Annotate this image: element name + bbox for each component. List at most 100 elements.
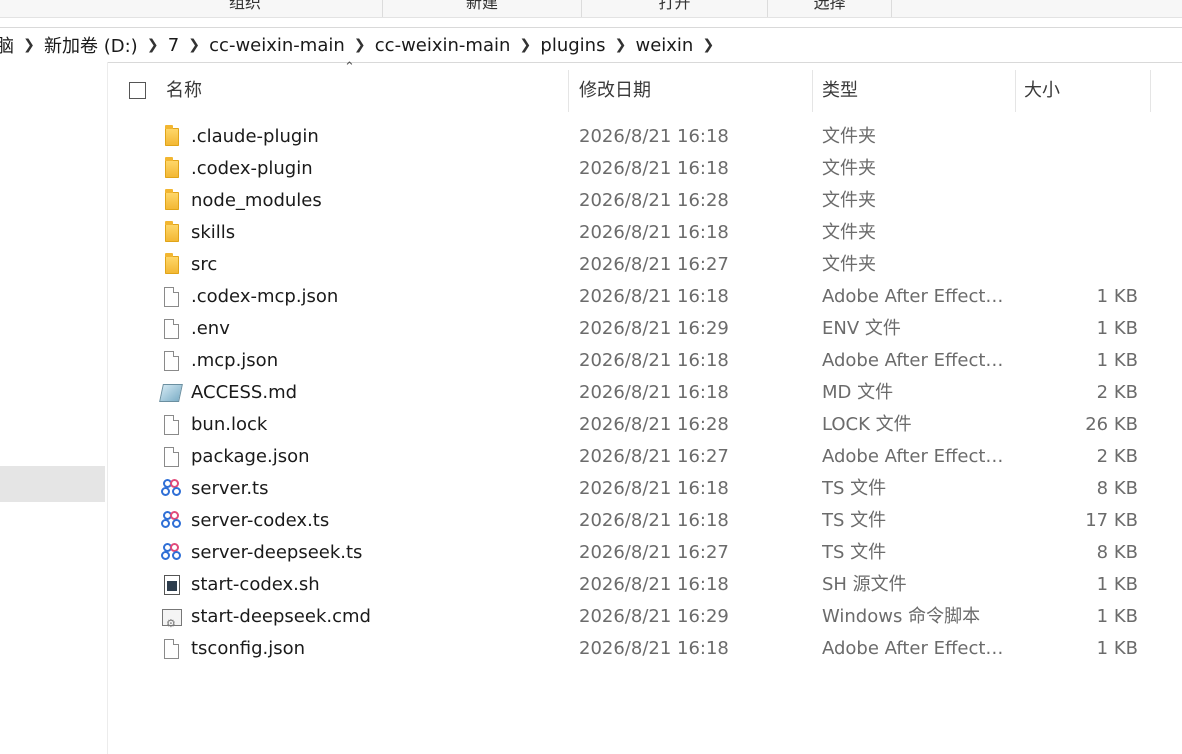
breadcrumb-folder-7[interactable]: 7 <box>168 35 179 56</box>
file-icon-cell <box>161 601 183 640</box>
ribbon-group-labels: 组织 新建 打开 选择 <box>0 0 1182 18</box>
file-row[interactable]: .env 2026/8/21 16:29 ENV 文件 1 KB <box>108 313 1182 345</box>
breadcrumb-cc-weixin-main[interactable]: cc-weixin-main <box>209 35 345 56</box>
column-header-date[interactable]: 修改日期 <box>579 70 651 112</box>
breadcrumb-chevron-icon[interactable]: ❯ <box>693 37 723 53</box>
file-row[interactable]: tsconfig.json 2026/8/21 16:18 Adobe After … <box>108 633 1182 665</box>
file-modified-date: 2026/8/21 16:28 <box>579 190 729 211</box>
navigation-pane[interactable] <box>0 62 108 754</box>
ribbon-group-organize: 组织 <box>108 0 383 17</box>
breadcrumb-chevron-icon[interactable]: ❯ <box>510 37 540 53</box>
shell-script-icon <box>164 575 180 595</box>
address-bar[interactable]: 脑 ❯ 新加卷 (D:) ❯ 7 ❯ cc-weixin-main ❯ cc-w… <box>0 27 1182 63</box>
file-name: package.json <box>191 446 310 467</box>
file-row[interactable]: .claude-plugin 2026/8/21 16:18 文件夹 <box>108 121 1182 153</box>
file-row[interactable]: node_modules 2026/8/21 16:28 文件夹 <box>108 185 1182 217</box>
file-icon-cell <box>161 313 183 345</box>
file-type: TS 文件 <box>822 510 887 531</box>
file-type: 文件夹 <box>822 126 876 147</box>
file-name: start-deepseek.cmd <box>191 606 371 627</box>
file-row[interactable]: bun.lock 2026/8/21 16:28 LOCK 文件 26 KB <box>108 409 1182 441</box>
file-name: node_modules <box>191 190 322 211</box>
file-row[interactable]: start-codex.sh 2026/8/21 16:18 SH 源文件 1 KB <box>108 569 1182 601</box>
file-modified-date: 2026/8/21 16:18 <box>579 382 729 403</box>
file-icon-cell <box>161 281 183 313</box>
sort-ascending-icon: ⌃ <box>344 60 355 75</box>
folder-icon <box>165 253 179 274</box>
file-modified-date: 2026/8/21 16:18 <box>579 574 729 595</box>
file-name: .claude-plugin <box>191 126 319 147</box>
file-name: .codex-plugin <box>191 158 313 179</box>
folder-icon <box>165 221 179 242</box>
breadcrumb-chevron-icon[interactable]: ❯ <box>179 37 209 53</box>
file-type: LOCK 文件 <box>822 414 912 435</box>
breadcrumb-plugins[interactable]: plugins <box>540 35 605 56</box>
nav-selected-item[interactable] <box>0 466 105 502</box>
file-name: .codex-mcp.json <box>191 286 339 307</box>
file-row[interactable]: .mcp.json 2026/8/21 16:18 Adobe After Effe… <box>108 345 1182 377</box>
file-row[interactable]: server-codex.ts 2026/8/21 16:18 TS 文件 17 KB <box>108 505 1182 537</box>
file-row[interactable]: skills 2026/8/21 16:18 文件夹 <box>108 217 1182 249</box>
file-icon <box>164 319 179 339</box>
file-icon-cell <box>161 633 183 665</box>
markdown-file-icon <box>159 384 183 402</box>
file-type: MD 文件 <box>822 382 894 403</box>
file-type: 文件夹 <box>822 190 876 211</box>
file-row[interactable]: start-deepseek.cmd 2026/8/21 16:29 Windows… <box>108 601 1182 640</box>
file-icon-cell <box>161 121 183 153</box>
file-modified-date: 2026/8/21 16:28 <box>579 414 729 435</box>
file-icon-cell <box>161 505 183 537</box>
breadcrumb-drive-d[interactable]: 新加卷 (D:) <box>44 32 138 58</box>
file-row[interactable]: server.ts 2026/8/21 16:18 TS 文件 8 KB <box>108 473 1182 505</box>
file-size: 1 KB <box>1096 574 1138 595</box>
file-row[interactable]: ACCESS.md 2026/8/21 16:18 MD 文件 2 KB <box>108 377 1182 409</box>
file-row[interactable]: .codex-mcp.json 2026/8/21 16:18 Adobe Afte… <box>108 281 1182 313</box>
column-divider[interactable] <box>812 70 813 112</box>
column-header-name[interactable]: 名称 <box>166 70 202 112</box>
breadcrumb-chevron-icon[interactable]: ❯ <box>14 37 44 53</box>
file-modified-date: 2026/8/21 16:18 <box>579 510 729 531</box>
folder-icon <box>165 157 179 178</box>
file-name: bun.lock <box>191 414 268 435</box>
file-modified-date: 2026/8/21 16:27 <box>579 254 729 275</box>
file-row[interactable]: server-deepseek.ts 2026/8/21 16:27 TS 文件 8 … <box>108 537 1182 569</box>
file-row[interactable]: src 2026/8/21 16:27 文件夹 <box>108 249 1182 281</box>
column-divider[interactable] <box>1150 70 1151 112</box>
breadcrumb-chevron-icon[interactable]: ❯ <box>138 37 168 53</box>
ribbon-group-open: 打开 <box>582 0 768 17</box>
breadcrumb-weixin[interactable]: weixin <box>635 35 693 56</box>
file-icon <box>164 351 179 371</box>
file-modified-date: 2026/8/21 16:18 <box>579 222 729 243</box>
file-name: server-codex.ts <box>191 510 330 531</box>
file-icon <box>164 447 179 467</box>
file-icon-cell <box>161 185 183 217</box>
file-size: 26 KB <box>1085 414 1138 435</box>
column-header-size[interactable]: 大小 <box>1024 70 1060 112</box>
file-row[interactable]: .codex-plugin 2026/8/21 16:18 文件夹 <box>108 153 1182 185</box>
file-size: 17 KB <box>1085 510 1138 531</box>
select-all-checkbox[interactable] <box>129 82 146 99</box>
file-name: .env <box>191 318 230 339</box>
breadcrumb-chevron-icon[interactable]: ❯ <box>345 37 375 53</box>
file-modified-date: 2026/8/21 16:29 <box>579 606 729 627</box>
file-type: TS 文件 <box>822 478 887 499</box>
column-divider[interactable] <box>568 70 569 112</box>
breadcrumb-this-pc[interactable]: 脑 <box>0 32 14 58</box>
column-header-type[interactable]: 类型 <box>822 70 858 112</box>
breadcrumb-cc-weixin-main-inner[interactable]: cc-weixin-main <box>375 35 511 56</box>
file-icon-cell <box>161 441 183 473</box>
file-modified-date: 2026/8/21 16:27 <box>579 446 729 467</box>
typescript-file-icon <box>161 543 183 563</box>
file-list: .claude-plugin 2026/8/21 16:18 文件夹 .codex-p… <box>108 121 1182 665</box>
file-icon-cell <box>159 377 183 409</box>
file-icon-cell <box>161 153 183 185</box>
breadcrumb-chevron-icon[interactable]: ❯ <box>605 37 635 53</box>
folder-icon <box>165 125 179 146</box>
file-name: skills <box>191 222 236 243</box>
file-icon-cell <box>161 345 183 377</box>
file-size: 2 KB <box>1096 382 1138 403</box>
file-row[interactable]: package.json 2026/8/21 16:27 Adobe After E… <box>108 441 1182 473</box>
column-divider[interactable] <box>1015 70 1016 112</box>
file-type: SH 源文件 <box>822 574 907 595</box>
file-type: Adobe After Effects... <box>822 286 1008 307</box>
